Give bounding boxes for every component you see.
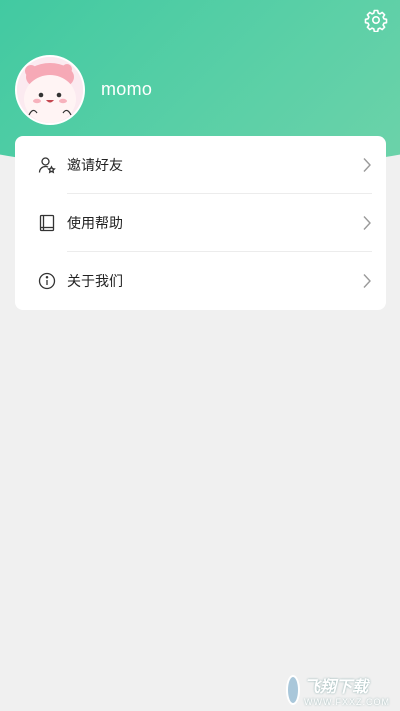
cartoon-avatar bbox=[17, 57, 83, 123]
gear-icon bbox=[364, 9, 388, 33]
menu-item-about-us[interactable]: 关于我们 bbox=[15, 252, 386, 310]
chevron-right-icon bbox=[363, 216, 371, 230]
watermark: 飞翔下载 WWW.FXXZ.COM bbox=[286, 673, 390, 707]
menu-item-label: 使用帮助 bbox=[67, 215, 123, 231]
watermark-subtitle: WWW.FXXZ.COM bbox=[304, 697, 390, 707]
user-star-icon bbox=[38, 157, 56, 174]
watermark-title: 飞翔下载 bbox=[304, 679, 369, 696]
menu-item-help[interactable]: 使用帮助 bbox=[15, 194, 386, 252]
menu-item-label: 邀请好友 bbox=[67, 157, 123, 173]
info-icon bbox=[38, 272, 56, 290]
settings-button[interactable] bbox=[364, 8, 388, 33]
watermark-logo bbox=[286, 675, 300, 705]
menu-item-label: 关于我们 bbox=[67, 273, 123, 289]
avatar[interactable] bbox=[15, 55, 85, 125]
chevron-right-icon bbox=[363, 274, 371, 288]
menu-card: 邀请好友 使用帮助 关于我们 bbox=[15, 136, 386, 310]
menu-item-invite-friends[interactable]: 邀请好友 bbox=[15, 136, 386, 194]
chevron-right-icon bbox=[363, 158, 371, 172]
username: momo bbox=[101, 79, 153, 99]
book-icon bbox=[39, 214, 55, 232]
